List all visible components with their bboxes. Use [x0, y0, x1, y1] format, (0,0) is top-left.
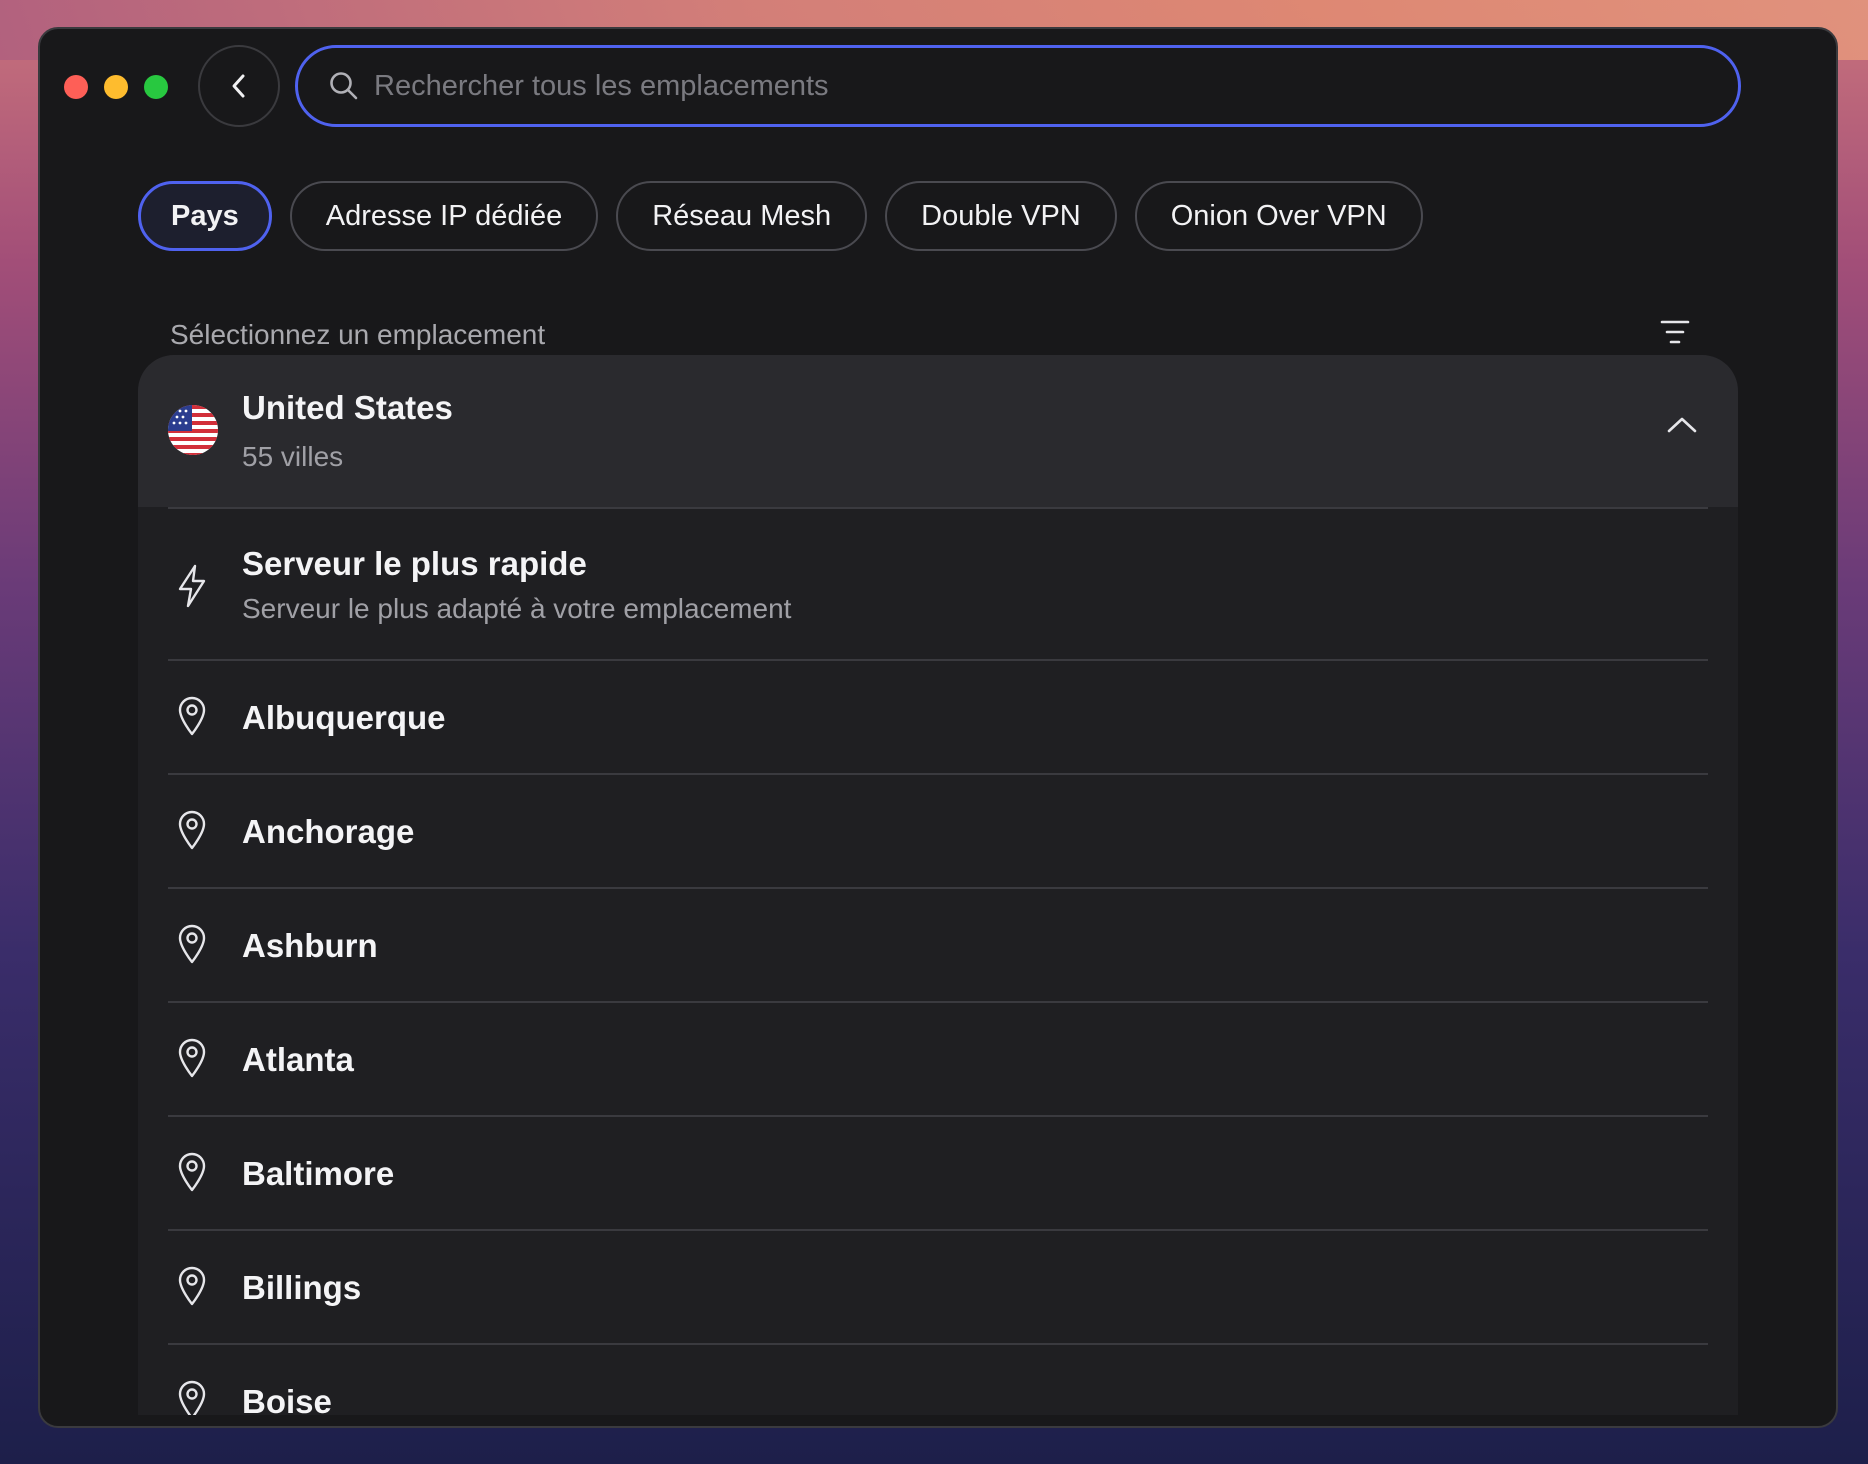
tab-onion-over-vpn[interactable]: Onion Over VPN — [1134, 181, 1423, 251]
city-name: Ashburn — [242, 927, 378, 964]
category-tabs: Pays Adresse IP dédiée Réseau Mesh Doubl… — [138, 181, 1423, 251]
lightning-icon — [178, 564, 206, 608]
search-input[interactable] — [374, 69, 1694, 103]
app-window: Pays Adresse IP dédiée Réseau Mesh Doubl… — [38, 27, 1838, 1428]
city-row[interactable]: Atlanta — [138, 1003, 1738, 1115]
city-name: Billings — [242, 1269, 362, 1306]
location-pin-icon — [178, 924, 206, 964]
city-row[interactable]: Ashburn — [138, 889, 1738, 1001]
location-pin-icon — [178, 1266, 206, 1306]
country-name: United States — [242, 389, 453, 426]
location-pin-icon — [178, 1380, 206, 1415]
filter-icon[interactable] — [1660, 319, 1690, 350]
search-field[interactable] — [295, 45, 1741, 127]
fastest-server-title: Serveur le plus rapide — [242, 545, 587, 582]
window-controls — [64, 75, 168, 99]
city-name: Atlanta — [242, 1041, 354, 1078]
city-name: Baltimore — [242, 1155, 395, 1192]
fastest-server-row[interactable]: Serveur le plus rapide Serveur le plus a… — [138, 509, 1738, 659]
location-pin-icon — [178, 810, 206, 850]
chevron-up-icon[interactable] — [1666, 415, 1698, 435]
city-row[interactable]: Boise — [138, 1345, 1738, 1415]
tab-double-vpn[interactable]: Double VPN — [885, 181, 1117, 251]
location-pin-icon — [178, 1038, 206, 1078]
location-list: United States 55 villes Serveur le plus … — [138, 355, 1738, 1415]
section-title: Sélectionnez un emplacement — [170, 319, 546, 350]
tab-pays[interactable]: Pays — [138, 181, 272, 251]
fastest-server-subtitle: Serveur le plus adapté à votre emplaceme… — [242, 593, 792, 624]
tab-adresse-ip-dediee[interactable]: Adresse IP dédiée — [289, 181, 599, 251]
back-button[interactable] — [198, 45, 280, 127]
chevron-left-icon — [232, 74, 245, 98]
city-name: Anchorage — [242, 813, 415, 850]
city-row[interactable]: Billings — [138, 1231, 1738, 1343]
city-row[interactable]: Albuquerque — [138, 661, 1738, 773]
tab-reseau-mesh[interactable]: Réseau Mesh — [616, 181, 868, 251]
city-name: Boise — [242, 1383, 332, 1415]
us-flag-icon — [168, 405, 218, 455]
location-pin-icon — [178, 1152, 206, 1192]
country-city-count: 55 villes — [242, 441, 344, 472]
city-row[interactable]: Baltimore — [138, 1117, 1738, 1229]
close-window-button[interactable] — [64, 75, 88, 99]
city-row[interactable]: Anchorage — [138, 775, 1738, 887]
city-name: Albuquerque — [242, 699, 446, 736]
search-icon — [330, 72, 358, 100]
zoom-window-button[interactable] — [144, 75, 168, 99]
minimize-window-button[interactable] — [104, 75, 128, 99]
country-row-united-states[interactable]: United States 55 villes — [138, 355, 1738, 507]
location-pin-icon — [178, 696, 206, 736]
